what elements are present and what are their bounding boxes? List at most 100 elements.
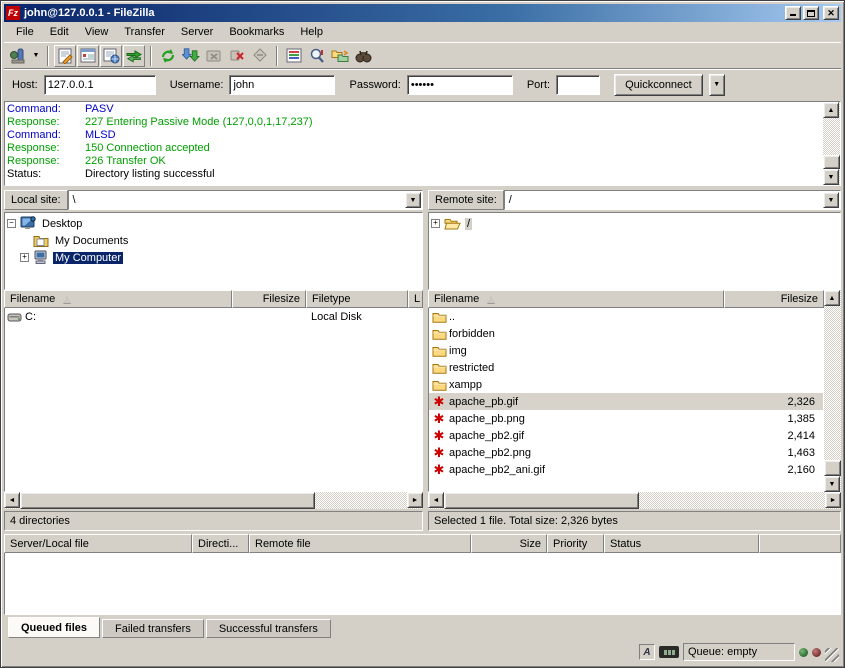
file-size: 2,160 (731, 464, 823, 476)
column-header-filetype[interactable]: Filetype (306, 290, 408, 308)
scrollbar-thumb[interactable] (823, 155, 840, 169)
tab-failed-transfers[interactable]: Failed transfers (102, 619, 204, 638)
menu-item[interactable]: File (8, 23, 42, 41)
tab-queued-files[interactable]: Queued files (8, 617, 100, 638)
close-button[interactable]: ✕ (823, 6, 839, 20)
tree-item-my-documents[interactable]: My Documents (7, 232, 420, 249)
column-header-size[interactable]: Size (471, 534, 547, 553)
image-file-icon: ✱ (434, 395, 445, 408)
column-header-direction[interactable]: Directi... (192, 534, 249, 553)
scroll-right-button[interactable]: ► (825, 492, 841, 508)
menu-bar: FileEditViewTransferServerBookmarksHelp (4, 22, 841, 42)
column-header-server-local-file[interactable]: Server/Local file (4, 534, 192, 553)
refresh-button[interactable] (157, 45, 179, 67)
local-site-dropdown-icon[interactable]: ▼ (405, 192, 421, 208)
expand-icon[interactable]: + (20, 253, 29, 262)
toggle-local-tree-button[interactable] (77, 45, 99, 67)
column-header-last-modified[interactable]: L (408, 290, 423, 308)
port-input[interactable] (556, 75, 600, 95)
menu-item[interactable]: Help (292, 23, 331, 41)
synchronized-browsing-button[interactable] (329, 45, 351, 67)
toolbar-separator (47, 46, 49, 66)
local-site-combo[interactable]: \ ▼ (68, 190, 423, 210)
column-header-status[interactable]: Status (604, 534, 759, 553)
reconnect-button[interactable] (249, 45, 271, 67)
directory-comparison-button[interactable] (306, 45, 328, 67)
scrollbar-thumb[interactable] (824, 460, 841, 476)
disconnect-button[interactable] (226, 45, 248, 67)
image-file-icon: ✱ (434, 446, 445, 459)
tree-item-root[interactable]: + / (431, 215, 838, 232)
file-name: apache_pb.gif (449, 396, 731, 408)
scroll-right-button[interactable]: ► (407, 492, 423, 508)
tab-successful-transfers[interactable]: Successful transfers (206, 619, 331, 638)
remote-file-row[interactable]: ✱ apache_pb.gif 2,326 (429, 393, 823, 410)
column-header-filename[interactable]: Filename (428, 290, 724, 308)
process-queue-button[interactable] (180, 45, 202, 67)
remote-file-row[interactable]: ✱ apache_pb2.png 1,463 (429, 444, 823, 461)
cancel-button[interactable] (203, 45, 225, 67)
remote-horizontal-scrollbar[interactable]: ◄ ► (428, 492, 841, 509)
column-header-filesize[interactable]: Filesize (232, 290, 306, 308)
column-header-remote-file[interactable]: Remote file (249, 534, 471, 553)
scroll-left-button[interactable]: ◄ (4, 492, 20, 508)
menu-item[interactable]: View (77, 23, 117, 41)
maximize-button[interactable] (803, 6, 819, 20)
log-line-type: Response: (7, 116, 85, 129)
remote-file-row[interactable]: ✱ xampp (429, 376, 823, 393)
scroll-down-button[interactable]: ▼ (824, 476, 840, 492)
scroll-up-button[interactable]: ▲ (824, 290, 840, 306)
tree-item-label: / (465, 218, 472, 230)
menu-item[interactable]: Server (173, 23, 221, 41)
collapse-icon[interactable]: − (7, 219, 16, 228)
expand-icon[interactable]: + (431, 219, 440, 228)
resize-grip[interactable] (825, 648, 839, 662)
remote-file-row[interactable]: ✱ apache_pb2.gif 2,414 (429, 427, 823, 444)
scroll-down-button[interactable]: ▼ (823, 169, 839, 185)
log-vertical-scrollbar[interactable]: ▲ ▼ (823, 102, 840, 185)
toggle-remote-tree-button[interactable] (100, 45, 122, 67)
scrollbar-thumb[interactable] (20, 492, 315, 509)
column-header-filename[interactable]: Filename (4, 290, 232, 308)
folder-icon (432, 311, 447, 323)
tree-item-my-computer[interactable]: + My Computer (7, 249, 420, 266)
find-files-button[interactable] (352, 45, 374, 67)
minimize-button[interactable] (785, 6, 801, 20)
port-label: Port: (527, 79, 550, 91)
remote-site-dropdown-icon[interactable]: ▼ (823, 192, 839, 208)
local-horizontal-scrollbar[interactable]: ◄ ► (4, 492, 423, 509)
password-input[interactable] (407, 75, 513, 95)
menu-item[interactable]: Transfer (116, 23, 173, 41)
directory-listing-filters-button[interactable] (283, 45, 305, 67)
folder-icon (432, 345, 447, 357)
remote-file-row[interactable]: ✱ .. (429, 308, 823, 325)
remote-file-row[interactable]: ✱ apache_pb.png 1,385 (429, 410, 823, 427)
remote-file-row[interactable]: ✱ img (429, 342, 823, 359)
remote-file-row[interactable]: ✱ restricted (429, 359, 823, 376)
site-manager-dropdown[interactable]: ▼ (30, 45, 42, 67)
remote-vertical-scrollbar[interactable]: ▲ ▼ (824, 290, 841, 492)
menu-item[interactable]: Bookmarks (221, 23, 292, 41)
scroll-up-button[interactable]: ▲ (823, 102, 839, 118)
remote-file-row[interactable]: ✱ forbidden (429, 325, 823, 342)
column-header-priority[interactable]: Priority (547, 534, 604, 553)
log-line-type: Command: (7, 129, 85, 142)
scroll-left-button[interactable]: ◄ (428, 492, 444, 508)
tree-item-desktop[interactable]: − Desktop (7, 215, 420, 232)
quickconnect-dropdown[interactable]: ▼ (709, 74, 725, 96)
quickconnect-button[interactable]: Quickconnect (614, 74, 703, 96)
remote-site-combo[interactable]: / ▼ (504, 190, 841, 210)
file-name: forbidden (449, 328, 731, 340)
username-input[interactable] (229, 75, 335, 95)
toggle-message-log-button[interactable] (54, 45, 76, 67)
scrollbar-thumb[interactable] (444, 492, 639, 509)
menu-item[interactable]: Edit (42, 23, 77, 41)
site-manager-button[interactable] (7, 45, 29, 67)
column-header-filesize[interactable]: Filesize (724, 290, 824, 308)
site-manager-icon (9, 47, 27, 65)
local-file-row[interactable]: C: Local Disk (5, 308, 422, 325)
remote-file-row[interactable]: ✱ apache_pb2_ani.gif 2,160 (429, 461, 823, 478)
local-file-list: C: Local Disk (4, 308, 423, 492)
host-input[interactable] (44, 75, 156, 95)
toggle-transfer-queue-button[interactable] (123, 45, 145, 67)
